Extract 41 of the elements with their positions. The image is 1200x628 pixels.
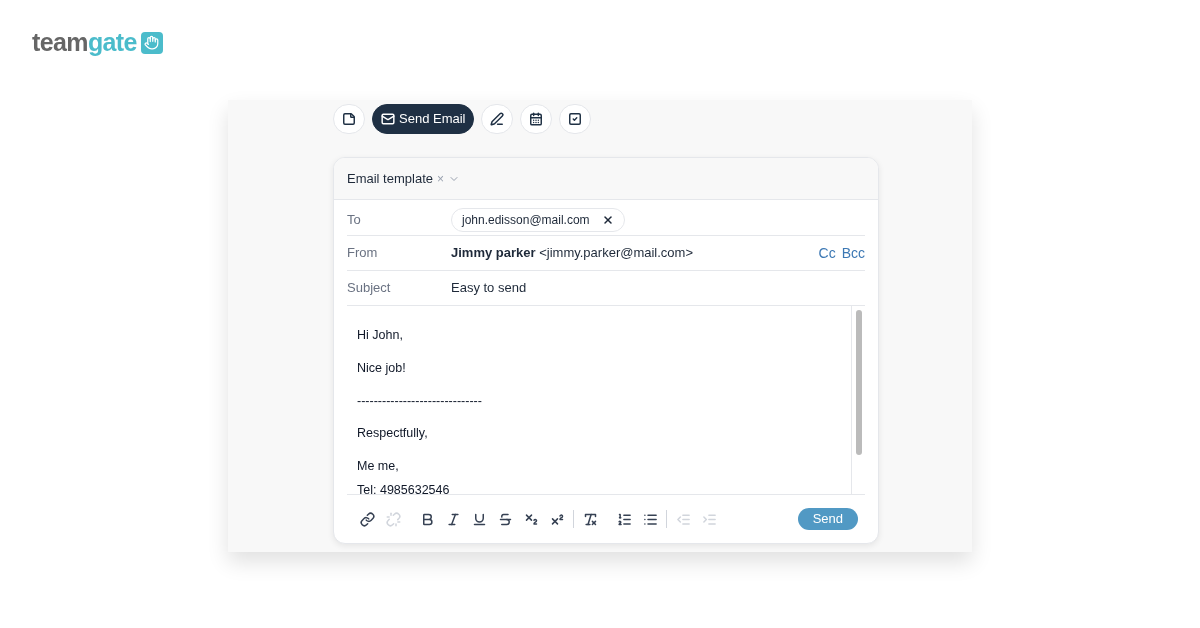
bullet-list-icon — [642, 511, 658, 527]
unlink-icon — [385, 511, 401, 527]
link-icon — [359, 511, 375, 527]
sender-text: Jimmy parker <jimmy.parker@mail.com> — [451, 244, 693, 263]
activity-tab[interactable] — [333, 104, 365, 134]
body-line: ------------------------------ — [357, 392, 483, 410]
subject-value[interactable]: Easy to send — [451, 278, 527, 298]
remove-icon[interactable] — [601, 213, 614, 226]
cc-link[interactable]: Bcc — [841, 242, 865, 264]
body-line: Hi John, — [357, 327, 404, 344]
chip-text: john.edisson@mail.com — [462, 211, 590, 229]
italic-icon — [445, 511, 461, 527]
body-line: Me me, — [357, 458, 400, 475]
indent-icon — [701, 511, 717, 527]
activity-tab[interactable]: Send Email — [372, 104, 475, 134]
body-line: Respectfully, — [357, 425, 429, 443]
activity-tab[interactable] — [520, 104, 553, 134]
pen-icon — [490, 112, 505, 126]
outdent-icon — [675, 511, 691, 527]
body-line: Nice job! — [357, 359, 407, 377]
logo: teamgate — [32, 30, 163, 55]
calendar-icon — [529, 112, 544, 126]
field-label: Subject — [347, 279, 392, 298]
envelope-icon — [381, 112, 395, 126]
numbered-list-icon — [616, 511, 632, 527]
underline-icon — [471, 511, 487, 527]
message-body[interactable]: Hi John, Nice job! ------------------------------ Respectfully, Me me, Tel: 4985632546 — [347, 306, 851, 494]
hand-icon — [140, 31, 163, 54]
note-icon — [342, 112, 356, 126]
template-select[interactable]: Email template — [347, 168, 433, 189]
field-label: To — [347, 210, 362, 229]
superscript-icon — [549, 511, 565, 527]
strikethrough-icon — [497, 511, 513, 527]
activity-tab[interactable] — [559, 104, 592, 134]
activity-tab[interactable] — [481, 104, 514, 134]
cc-link[interactable]: Cc — [818, 242, 836, 264]
field-label: From — [347, 244, 379, 263]
checkbox-icon — [568, 112, 583, 126]
subscript-icon — [523, 511, 539, 527]
clear-format-icon — [582, 511, 598, 527]
body-line: Tel: 4985632546 — [357, 481, 451, 494]
